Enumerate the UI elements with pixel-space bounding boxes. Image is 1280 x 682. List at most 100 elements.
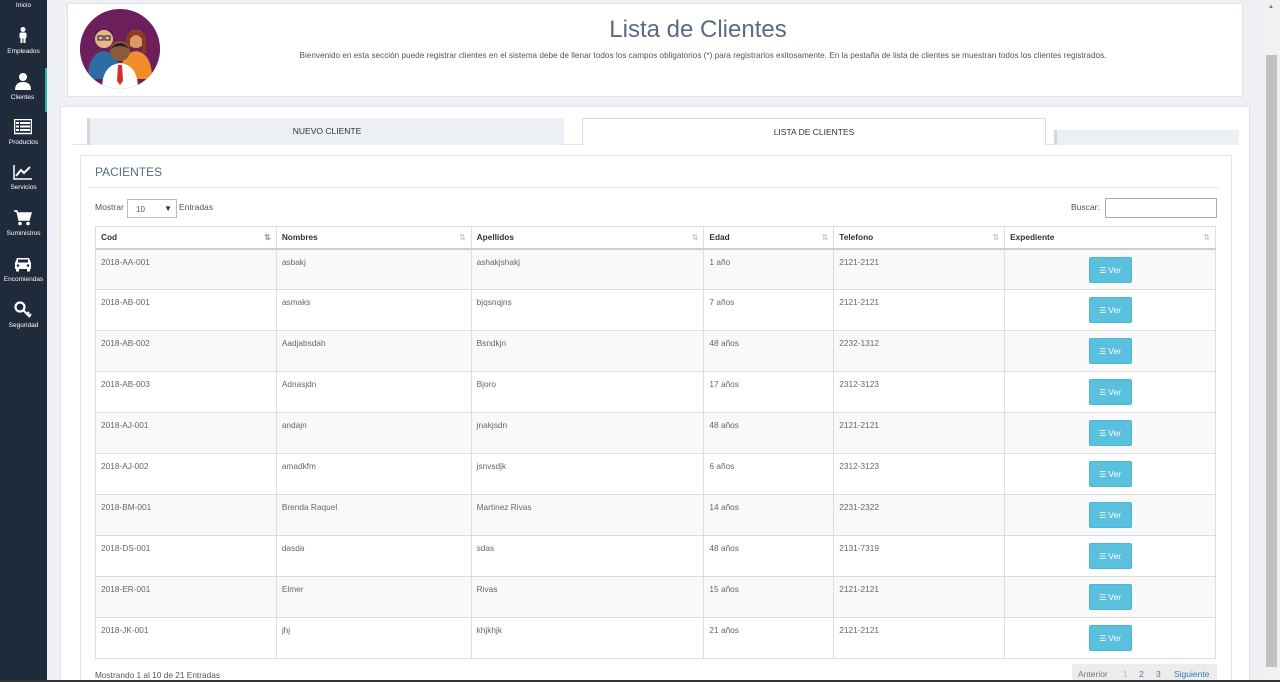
column-header-cod[interactable]: Cod ⇅: [95, 226, 277, 250]
tab-nuevo-cliente[interactable]: NUEVO CLIENTE: [87, 118, 564, 145]
table-cell: 2312-3123: [833, 371, 1006, 413]
sidebar-item-encomiendas[interactable]: Encomiendas: [0, 252, 47, 296]
table-cell: 2121-2121: [833, 289, 1006, 331]
table-header-row: Cod ⇅ Nombres ⇅ Apellidos ⇅ Edad ⇅ Telefono ⇅…: [95, 226, 1216, 250]
sidebar: Inicio Empleados Clientes Productos Serv…: [0, 0, 47, 682]
user-icon: [15, 73, 31, 90]
table-cell: 2018-AB-003: [95, 371, 277, 413]
pagination-page-1[interactable]: 1: [1123, 669, 1128, 679]
column-header-telefono[interactable]: Telefono ⇅: [833, 226, 1006, 250]
search-label: Buscar:: [1071, 202, 1100, 212]
sort-icon: ⇅: [458, 233, 466, 242]
sidebar-item-clientes[interactable]: Clientes: [0, 68, 47, 112]
table-row: 2018-ER-001 Elmer Rivas 15 años 2121-2121 ☰ Ve…: [95, 576, 1216, 618]
tab-bar: NUEVO CLIENTE LISTA DE CLIENTES: [72, 118, 1239, 145]
pagination-previous[interactable]: Anterior: [1078, 669, 1108, 679]
sidebar-item-suministros[interactable]: Suministros: [0, 206, 47, 250]
ver-expediente-button[interactable]: ☰ Ver: [1088, 297, 1132, 323]
cart-icon: [14, 210, 32, 226]
sidebar-item-empleados[interactable]: Empleados: [0, 24, 47, 68]
table-cell: 2018-BM-001: [95, 494, 277, 536]
pagination-page-2[interactable]: 2: [1139, 669, 1144, 679]
sidebar-item-productos[interactable]: Productos: [0, 114, 47, 158]
table-cell: 2121-2121: [833, 248, 1006, 290]
page-title: Lista de Clientes: [609, 16, 787, 43]
ver-button-label: Ver: [1108, 469, 1122, 479]
table-cell-expediente: ☰ Ver: [1004, 248, 1216, 290]
table-cell: 21 años: [703, 617, 835, 659]
table-row: 2018-AB-002 Aadjabsdah Bsndkjn 48 años 2232-…: [95, 330, 1216, 372]
sidebar-item-label: Inicio: [15, 2, 32, 9]
page-scrollbar[interactable]: ▲: [1264, 0, 1280, 682]
table-cell: 2312-3123: [833, 453, 1006, 495]
page-length-select[interactable]: 10 ▼: [127, 199, 177, 218]
scrollbar-thumb[interactable]: [1266, 55, 1277, 667]
pagination-page-3[interactable]: 3: [1156, 669, 1161, 679]
entries-label: Entradas: [179, 202, 214, 212]
table-cell: 2018-AJ-001: [95, 412, 277, 454]
list-icon: ☰: [1099, 347, 1107, 356]
ver-button-label: Ver: [1108, 633, 1122, 643]
ver-button-label: Ver: [1108, 346, 1122, 356]
show-label: Mostrar: [95, 202, 124, 212]
sidebar-item-inicio[interactable]: Inicio: [0, 0, 47, 14]
tab-lista-clientes[interactable]: LISTA DE CLIENTES: [582, 118, 1046, 145]
table-cell: 6 años: [703, 453, 835, 495]
table-cell: Aadjabsdah: [275, 330, 472, 372]
table-row: 2018-DS-001 dasda sdas 48 años 2131-7319 ☰ Ver: [95, 535, 1216, 577]
list-icon: ☰: [1099, 511, 1107, 520]
table-cell: 48 años: [703, 535, 835, 577]
ver-expediente-button[interactable]: ☰ Ver: [1088, 502, 1132, 528]
list-icon: ☰: [1099, 306, 1107, 315]
sidebar-item-label: Productos: [8, 139, 39, 146]
ver-expediente-button[interactable]: ☰ Ver: [1088, 584, 1132, 610]
column-header-label: Expediente: [1010, 232, 1055, 243]
column-header-apellidos[interactable]: Apellidos ⇅: [470, 226, 705, 250]
table-cell: Adnasjdn: [275, 371, 472, 413]
ver-expediente-button[interactable]: ☰ Ver: [1088, 338, 1132, 364]
page-length-value: 10: [136, 205, 145, 214]
table-cell: jhj: [275, 617, 472, 659]
pagination-next[interactable]: Siguiente: [1174, 669, 1209, 679]
table-row: 2018-AB-003 Adnasjdn Bjoro 17 años 2312-3123…: [95, 371, 1216, 413]
table-row: 2018-AB-001 asmaks bjqsnqjns 7 años 2121-212…: [95, 289, 1216, 331]
ver-button-label: Ver: [1108, 264, 1122, 275]
ver-expediente-button[interactable]: ☰ Ver: [1088, 379, 1132, 405]
column-header-expediente[interactable]: Expediente ⇅: [1004, 226, 1216, 250]
ver-expediente-button[interactable]: ☰ Ver: [1088, 420, 1132, 446]
table-cell: 2231-2322: [833, 494, 1006, 536]
list-icon: ☰: [1099, 634, 1107, 643]
table-cell-expediente: ☰ Ver: [1004, 576, 1216, 618]
table-cell: khjkhjk: [470, 617, 705, 659]
table-row: 2018-AJ-002 amadkfm jsnvsdjk 6 años 2312-312…: [95, 453, 1216, 495]
scroll-up-icon[interactable]: ▲: [1268, 4, 1274, 10]
table-row: 2018-JK-001 jhj khjkhjk 21 años 2121-2121 ☰ Ve…: [95, 617, 1216, 659]
table-cell: andajn: [275, 412, 472, 454]
ver-expediente-button[interactable]: ☰ Ver: [1088, 543, 1132, 569]
ver-expediente-button[interactable]: ☰ Ver: [1088, 461, 1132, 487]
table-cell-expediente: ☰ Ver: [1004, 453, 1216, 495]
clients-table-panel: PACIENTES Mostrar 10 ▼ Entradas Buscar: …: [80, 155, 1232, 682]
ver-expediente-button[interactable]: ☰ Ver: [1088, 256, 1132, 283]
list-icon: ☰: [1099, 552, 1107, 561]
sort-asc-icon: ⇅: [264, 233, 271, 242]
table-cell: 2121-2121: [833, 617, 1006, 659]
table-cell: jnakjsdn: [470, 412, 705, 454]
table-cell: 2018-JK-001: [95, 617, 277, 659]
table-cell: asmaks: [275, 289, 472, 331]
table-row: 2018-AJ-001 andajn jnakjsdn 48 años 2121-212…: [95, 412, 1216, 454]
caret-down-icon: ▼: [164, 204, 172, 213]
tab-placeholder: [1054, 130, 1239, 145]
table-body: 2018-AA-001 asbakj ashakjshakj 1 año 2121-21…: [95, 248, 1216, 659]
column-header-nombres[interactable]: Nombres ⇅: [275, 226, 472, 250]
page-header: Lista de Clientes Bienvenido en esta sec…: [67, 3, 1243, 97]
ver-button-label: Ver: [1108, 428, 1122, 438]
list-icon: [14, 119, 32, 135]
column-header-edad[interactable]: Edad ⇅: [703, 226, 835, 250]
sidebar-item-seguridad[interactable]: Seguridad: [0, 298, 47, 342]
table-cell-expediente: ☰ Ver: [1004, 371, 1216, 413]
ver-expediente-button[interactable]: ☰ Ver: [1088, 625, 1132, 651]
sidebar-item-servicios[interactable]: Servicios: [0, 160, 47, 204]
table-cell: amadkfm: [275, 453, 472, 495]
search-input[interactable]: [1105, 198, 1217, 218]
